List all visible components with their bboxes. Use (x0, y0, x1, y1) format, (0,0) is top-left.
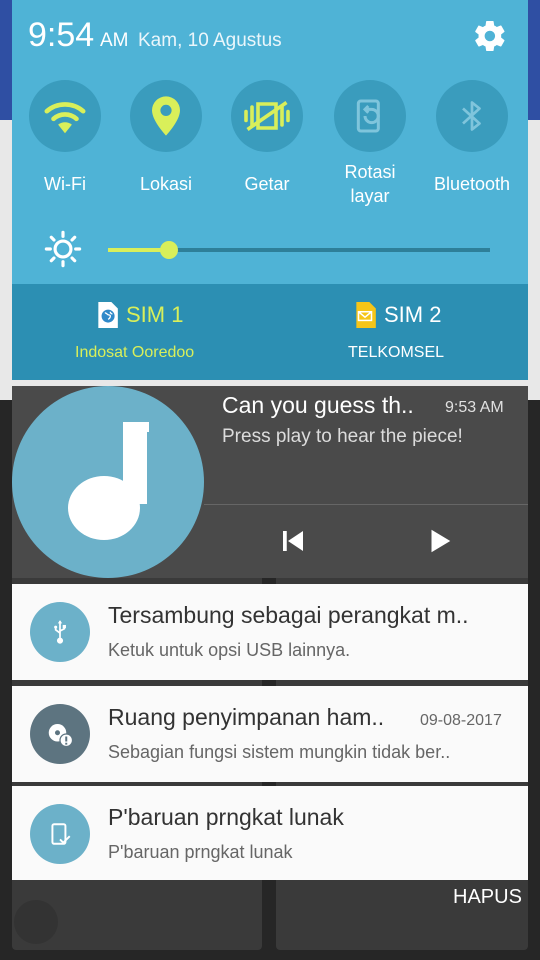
qs-label-wifi: Wi-Fi (44, 174, 86, 194)
media-subtitle: Press play to hear the piece! (222, 426, 463, 447)
vibrate-icon (244, 101, 290, 131)
rotate-icon (356, 99, 380, 133)
notification-storage-subtitle: Sebagian fungsi sistem mungkin tidak ber… (108, 742, 451, 762)
notification-storage-date: 09-08-2017 (420, 712, 502, 729)
sim1-globe-icon (98, 302, 118, 328)
quick-settings-panel: 9:54 AM Kam, 10 Agustus Wi-Fi Lokasi Get… (12, 0, 528, 380)
brightness-icon (44, 230, 82, 268)
sim-2-card[interactable]: SIM 2 TELKOMSEL (270, 284, 528, 380)
software-update-icon (51, 823, 71, 845)
qs-label-location: Lokasi (139, 174, 193, 194)
qs-tile-location[interactable]: Lokasi (121, 80, 211, 196)
sim-1-operator: Indosat Ooredoo (75, 344, 195, 361)
settings-gear-icon[interactable] (472, 18, 508, 54)
clear-all-button[interactable]: HAPUS (453, 886, 522, 909)
qs-label-bluetooth: Bluetooth (433, 174, 511, 194)
wifi-icon (44, 102, 86, 134)
media-title: Can you guess th.. (222, 392, 414, 418)
sim-2-name: SIM 2 (384, 302, 442, 327)
status-date: Kam, 10 Agustus (138, 30, 282, 51)
notification-usb[interactable]: Tersambung sebagai perangkat m.. Ketuk u… (12, 584, 528, 680)
clock-time: 9:54 (28, 16, 95, 54)
qs-tile-bluetooth[interactable]: Bluetooth (426, 80, 518, 196)
notification-software-update[interactable]: P'baruan prngkat lunak P'baruan prngkat … (12, 786, 528, 880)
notification-usb-title: Tersambung sebagai perangkat m.. (108, 602, 469, 628)
qs-tile-rotate[interactable]: Rotasi layar (325, 80, 415, 208)
clock-ampm: AM (100, 30, 129, 51)
notification-storage[interactable]: Ruang penyimpanan ham.. 09-08-2017 Sebag… (12, 686, 528, 782)
qs-tile-vibrate[interactable]: Getar (222, 80, 312, 196)
skip-previous-icon[interactable] (278, 526, 308, 556)
notification-usb-subtitle: Ketuk untuk opsi USB lainnya. (108, 640, 351, 660)
qs-label-vibrate: Getar (244, 174, 290, 194)
qs-label-rotate: Rotasi layar (344, 162, 396, 206)
location-icon (152, 96, 180, 136)
background-circle (14, 900, 58, 944)
media-notification[interactable]: Can you guess th.. 9:53 AM Press play to… (12, 386, 528, 578)
notification-storage-title: Ruang penyimpanan ham.. (108, 704, 385, 730)
sim2-envelope-icon (356, 302, 376, 328)
sim-1-name: SIM 1 (126, 302, 184, 327)
brightness-slider-thumb[interactable] (160, 241, 179, 259)
media-divider (204, 504, 528, 505)
media-time: 9:53 AM (445, 399, 504, 416)
bluetooth-icon (462, 101, 481, 131)
storage-warning-icon (48, 724, 74, 748)
play-icon[interactable] (424, 526, 454, 556)
sim-bar: SIM 1 Indosat Ooredoo SIM 2 TELKOMSEL (12, 284, 528, 380)
music-note-icon (68, 422, 149, 540)
sim-1-card[interactable]: SIM 1 Indosat Ooredoo (12, 284, 270, 380)
album-art (12, 386, 204, 578)
qs-tile-wifi[interactable]: Wi-Fi (20, 80, 110, 196)
notification-update-subtitle: P'baruan prngkat lunak (108, 842, 293, 862)
usb-icon (54, 620, 66, 644)
sim-2-operator: TELKOMSEL (348, 344, 445, 361)
notification-update-title: P'baruan prngkat lunak (108, 804, 344, 830)
